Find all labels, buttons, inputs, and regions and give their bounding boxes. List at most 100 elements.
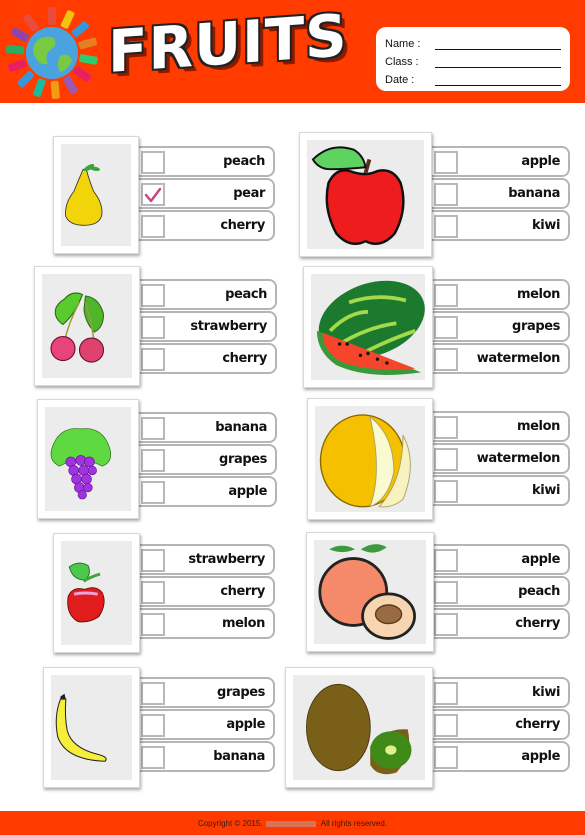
answer-option[interactable]: kiwi <box>430 210 570 241</box>
answer-option[interactable]: strawberry <box>137 544 275 575</box>
answer-label: grapes <box>512 319 560 334</box>
answer-option[interactable]: grapes <box>137 444 277 475</box>
answer-checkbox[interactable] <box>434 316 458 339</box>
answer-checkbox[interactable] <box>434 682 458 705</box>
answer-label: strawberry <box>188 552 265 567</box>
answer-checkbox[interactable] <box>434 416 458 439</box>
fruit-picture-frame <box>306 532 434 652</box>
pear-icon <box>65 164 103 226</box>
answer-checkbox[interactable] <box>434 549 458 572</box>
answer-option[interactable]: cherry <box>137 210 275 241</box>
answer-checkbox[interactable] <box>141 284 165 307</box>
answer-options: peach pear cherry <box>137 146 275 242</box>
strawberry-icon <box>67 562 105 623</box>
answer-checkbox[interactable] <box>434 215 458 238</box>
answer-option[interactable]: melon <box>430 279 570 310</box>
fruit-picture-frame <box>285 667 433 788</box>
website-link[interactable] <box>265 820 316 827</box>
header-banner: FRUITS Name : Class : Date : <box>0 0 585 103</box>
answer-label: strawberry <box>190 319 267 334</box>
answer-option[interactable]: cherry <box>430 608 570 639</box>
answer-option[interactable]: banana <box>430 178 570 209</box>
answer-option[interactable]: banana <box>137 741 275 772</box>
answer-options: melon watermelon kiwi <box>430 411 570 507</box>
answer-label: apple <box>226 717 265 732</box>
answer-option[interactable]: peach <box>430 576 570 607</box>
answer-checkbox[interactable] <box>434 746 458 769</box>
answer-option[interactable]: grapes <box>137 677 275 708</box>
answer-checkbox[interactable] <box>141 215 165 238</box>
answer-option[interactable]: strawberry <box>137 311 277 342</box>
answer-option[interactable]: apple <box>430 544 570 575</box>
answer-checkbox[interactable] <box>141 549 165 572</box>
grapes-icon <box>50 428 112 500</box>
name-field-row: Name : <box>385 32 561 50</box>
answer-checkbox[interactable] <box>141 613 165 636</box>
answer-option[interactable]: grapes <box>430 311 570 342</box>
answer-checkbox[interactable] <box>434 714 458 737</box>
footer-bar: Copyright © 2015. . All rights reserved. <box>0 811 585 835</box>
answer-label: melon <box>516 287 560 302</box>
answer-checkbox[interactable] <box>141 481 165 504</box>
answer-option[interactable]: peach <box>137 146 275 177</box>
fruit-picture-frame <box>299 132 432 257</box>
answer-label: cherry <box>220 584 265 599</box>
answer-label: watermelon <box>476 451 561 466</box>
fruit-picture-frame <box>303 266 433 388</box>
answer-checkbox[interactable] <box>434 581 458 604</box>
page-title: FRUITS <box>108 1 348 87</box>
answer-checkbox[interactable] <box>141 316 165 339</box>
date-input-line[interactable] <box>435 74 561 86</box>
answer-checkbox[interactable] <box>141 183 165 206</box>
answer-checkbox[interactable] <box>141 151 165 174</box>
class-input-line[interactable] <box>435 56 561 68</box>
answer-checkbox[interactable] <box>141 714 165 737</box>
answer-option[interactable]: pear <box>137 178 275 209</box>
answer-option[interactable]: apple <box>137 476 277 507</box>
answer-option[interactable]: banana <box>137 412 277 443</box>
answer-checkbox[interactable] <box>434 183 458 206</box>
answer-label: melon <box>221 616 265 631</box>
fruit-picture-frame <box>53 136 139 254</box>
answer-checkbox[interactable] <box>141 581 165 604</box>
answer-label: kiwi <box>532 218 560 233</box>
date-label: Date : <box>385 74 415 86</box>
fruit-picture <box>51 675 132 780</box>
answer-option[interactable]: cherry <box>137 343 277 374</box>
answer-label: melon <box>516 419 560 434</box>
answer-checkbox[interactable] <box>141 417 165 440</box>
fruit-picture-frame <box>53 533 140 653</box>
answer-option[interactable]: watermelon <box>430 343 570 374</box>
answer-option[interactable]: kiwi <box>430 677 570 708</box>
answer-checkbox[interactable] <box>141 449 165 472</box>
answer-option[interactable]: apple <box>430 146 570 177</box>
watermelon-icon <box>316 280 425 375</box>
answer-option[interactable]: cherry <box>430 709 570 740</box>
answer-checkbox[interactable] <box>434 480 458 503</box>
answer-option[interactable]: apple <box>430 741 570 772</box>
name-input-line[interactable] <box>435 38 561 50</box>
answer-option[interactable]: apple <box>137 709 275 740</box>
banana-icon <box>55 693 107 762</box>
apple-icon <box>311 146 405 245</box>
answer-checkbox[interactable] <box>434 151 458 174</box>
answer-label: cherry <box>222 351 267 366</box>
answer-label: apple <box>521 154 560 169</box>
checkmark-icon <box>144 187 162 202</box>
answer-checkbox[interactable] <box>434 448 458 471</box>
fruit-picture <box>61 541 132 645</box>
answer-checkbox[interactable] <box>141 682 165 705</box>
answer-option[interactable]: melon <box>430 411 570 442</box>
answer-checkbox[interactable] <box>434 348 458 371</box>
answer-checkbox[interactable] <box>434 284 458 307</box>
answer-checkbox[interactable] <box>141 746 165 769</box>
answer-option[interactable]: cherry <box>137 576 275 607</box>
fruit-picture-frame <box>37 399 139 519</box>
answer-option[interactable]: watermelon <box>430 443 570 474</box>
answer-option[interactable]: kiwi <box>430 475 570 506</box>
answer-option[interactable]: peach <box>137 279 277 310</box>
answer-checkbox[interactable] <box>434 613 458 636</box>
answer-option[interactable]: melon <box>137 608 275 639</box>
answer-checkbox[interactable] <box>141 348 165 371</box>
answer-label: peach <box>518 584 560 599</box>
